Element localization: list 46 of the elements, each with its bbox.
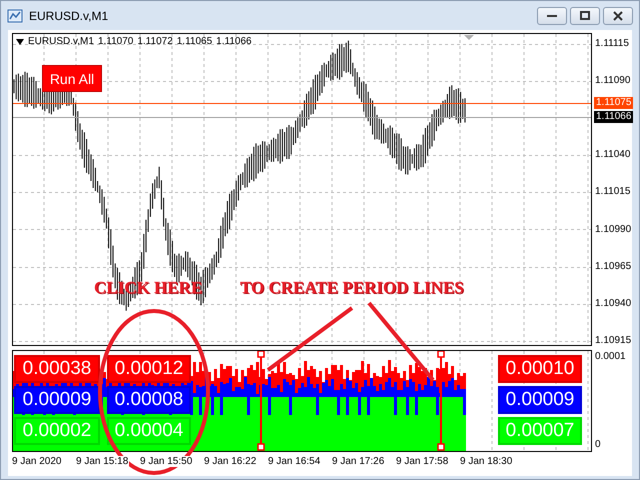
time-label: 9 Jan 16:22 — [204, 456, 258, 467]
dropdown-triangle-icon — [16, 38, 24, 44]
chart-window-icon — [7, 8, 23, 24]
value-panel: 0.00009 — [14, 386, 100, 414]
indicator-tick-label: 0 — [595, 439, 601, 451]
time-label: 9 Jan 17:26 — [332, 456, 386, 467]
price-value: 1.11070 — [98, 36, 134, 47]
maximize-icon — [580, 11, 590, 20]
price-badge: 1.11066 — [594, 110, 634, 123]
indicator-tick-label: 0.0001 — [595, 351, 626, 363]
close-icon — [613, 10, 623, 20]
value-panel: 0.00008 — [107, 386, 191, 414]
price-value: 1.11066 — [216, 36, 252, 47]
time-label: 9 Jan 16:54 — [268, 456, 322, 467]
price-tick-label: 1.10990 — [595, 224, 632, 236]
price-tick-label: 1.11040 — [595, 149, 630, 162]
time-label: 9 Jan 18:30 — [460, 456, 514, 467]
time-label: 9 Jan 17:58 — [396, 456, 450, 467]
symbol-label: EURUSD.v,M1 — [28, 36, 94, 47]
close-button[interactable] — [603, 6, 633, 24]
time-label: 9 Jan 2020 — [12, 456, 62, 467]
price-value: 1.11065 — [176, 36, 212, 47]
run-all-button[interactable]: Run All — [42, 65, 102, 92]
price-tick-label: 1.11090 — [595, 75, 630, 88]
minimize-button[interactable] — [537, 6, 567, 24]
value-panel: 0.00012 — [107, 355, 191, 383]
value-panel: 0.00009 — [498, 386, 582, 414]
price-tick-label: 1.10965 — [595, 260, 632, 273]
annotation-text: TO CREATE PERIOD LINES — [240, 278, 464, 298]
triangle-marker-icon — [464, 35, 474, 40]
time-label: 9 Jan 15:50 — [140, 456, 194, 467]
window-title: EURUSD.v,M1 — [29, 8, 110, 22]
value-panel: 0.00004 — [107, 417, 191, 445]
value-panel: 0.00038 — [14, 355, 100, 383]
price-value: 1.11072 — [137, 36, 173, 47]
value-panel: 0.00002 — [14, 417, 100, 445]
price-tick-label: 1.11015 — [595, 186, 630, 198]
price-tick-label: 1.10940 — [595, 298, 632, 310]
price-tick-label: 1.10915 — [595, 334, 632, 347]
price-badge: 1.11075 — [594, 97, 634, 110]
maximize-button[interactable] — [570, 6, 600, 24]
minimize-icon — [546, 13, 558, 18]
time-label: 9 Jan 15:18 — [76, 456, 130, 467]
price-tick-label: 1.11115 — [595, 38, 629, 50]
value-panel: 0.00007 — [498, 417, 582, 445]
value-panel: 0.00010 — [498, 355, 582, 383]
